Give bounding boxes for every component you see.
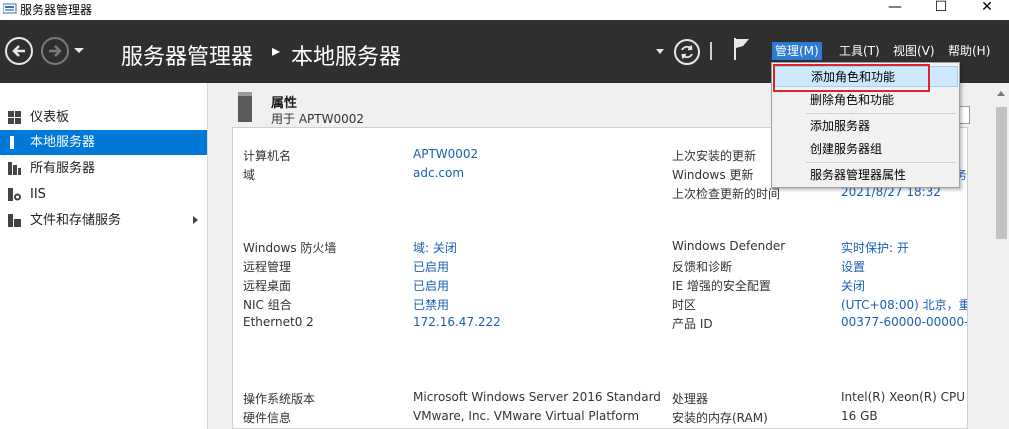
prop-value-remote-management[interactable]: 已启用 (413, 258, 449, 275)
sidebar-item-label: IIS (30, 187, 46, 202)
menu-item-remove-roles-features[interactable]: 删除角色和功能 (773, 90, 958, 111)
dashboard-icon (8, 111, 21, 124)
forward-arrow-icon (49, 45, 62, 57)
menu-item-add-servers[interactable]: 添加服务器 (773, 116, 958, 137)
sidebar-item-file-storage[interactable]: 文件和存储服务 (0, 208, 207, 233)
prop-label-computer-name: 计算机名 (243, 149, 292, 163)
breadcrumb-current: 本地服务器 (291, 45, 402, 70)
prop-label-last-update: 上次安装的更新 (672, 149, 757, 163)
menu-item-label: 删除角色和功能 (810, 93, 895, 107)
scroll-thumb[interactable] (996, 107, 1007, 239)
menu-help[interactable]: 帮助(H) (945, 42, 993, 60)
prop-value-os-version: Microsoft Windows Server 2016 Standard (413, 390, 661, 404)
sidebar-item-dashboard[interactable]: 仪表板 (0, 105, 207, 130)
prop-value-computer-name[interactable]: APTW0002 (413, 147, 478, 161)
prop-value-domain[interactable]: adc.com (413, 166, 464, 180)
prop-value-processor: Intel(R) Xeon(R) CPU E (841, 390, 968, 404)
menu-item-create-server-group[interactable]: 创建服务器组 (773, 139, 958, 160)
file-storage-icon (8, 214, 21, 227)
sidebar-item-label: 所有服务器 (30, 161, 96, 176)
menu-view[interactable]: 视图(V) (890, 42, 938, 60)
breadcrumb-separator-icon: ▸ (272, 41, 281, 60)
prop-label-domain: 域 (243, 168, 256, 182)
forward-button[interactable] (41, 37, 69, 65)
close-button[interactable]: ✕ (964, 0, 1009, 20)
refresh-button[interactable] (674, 39, 700, 65)
prop-label-remote-desktop: 远程桌面 (243, 279, 292, 293)
prop-label-remote-management: 远程管理 (243, 260, 292, 274)
prop-value-ie-esc[interactable]: 关闭 (841, 277, 865, 294)
menu-manage[interactable]: 管理(M) (772, 42, 822, 60)
sidebar-item-all-servers[interactable]: 所有服务器 (0, 156, 207, 181)
sidebar-item-iis[interactable]: IIS (0, 182, 207, 207)
history-dropdown-icon[interactable] (74, 48, 84, 53)
prop-value-ethernet[interactable]: 172.16.47.222 (413, 315, 501, 329)
notifications-flag-icon[interactable] (733, 37, 751, 61)
local-server-icon (10, 136, 14, 149)
sidebar-item-label: 仪表板 (30, 110, 70, 125)
refresh-icon (681, 45, 693, 59)
sidebar-item-label: 本地服务器 (30, 135, 96, 150)
prop-value-hardware: VMware, Inc. VMware Virtual Platform (413, 409, 640, 423)
highlight-annotation-box (773, 64, 930, 92)
properties-subtitle: 用于 APTW0002 (271, 112, 364, 126)
properties-icon (238, 92, 252, 122)
menu-separator (806, 162, 956, 163)
expand-arrow-icon[interactable] (193, 216, 198, 224)
menu-tools[interactable]: 工具(T) (836, 42, 883, 60)
prop-label-last-check: 上次检查更新的时间 (672, 187, 781, 201)
prop-value-firewall[interactable]: 域: 关闭 (413, 239, 457, 256)
back-button[interactable] (5, 37, 33, 65)
prop-label-feedback: 反馈和诊断 (672, 260, 733, 274)
prop-value-feedback[interactable]: 设置 (841, 258, 865, 275)
prop-label-defender: Windows Defender (672, 239, 786, 253)
maximize-button[interactable]: ☐ (918, 0, 964, 20)
window-title: 服务器管理器 (20, 3, 93, 17)
back-arrow-icon (12, 45, 25, 57)
window-titlebar: 服务器管理器 — ☐ ✕ (0, 0, 1009, 20)
menu-item-label: 服务器管理器属性 (810, 168, 907, 182)
menu-item-server-manager-properties[interactable]: 服务器管理器属性 (773, 165, 958, 186)
prop-value-ram: 16 GB (841, 409, 878, 423)
prop-label-nic-teaming: NIC 组合 (243, 298, 292, 312)
breadcrumb-root[interactable]: 服务器管理器 (121, 39, 253, 71)
prop-value-defender[interactable]: 实时保护: 开 (841, 239, 909, 256)
prop-label-timezone: 时区 (672, 298, 697, 312)
menu-item-label: 添加服务器 (810, 119, 871, 133)
prop-label-ethernet: Ethernet0 2 (243, 315, 314, 329)
prop-label-firewall: Windows 防火墙 (243, 241, 337, 255)
prop-label-ie-esc: IE 增强的安全配置 (672, 279, 771, 293)
properties-title: 属性 (271, 96, 298, 111)
server-manager-app-icon (3, 3, 17, 14)
scroll-up-arrow-icon[interactable] (997, 91, 1005, 96)
prop-label-ram: 安装的内存(RAM) (672, 411, 768, 425)
prop-value-remote-desktop[interactable]: 已启用 (413, 277, 449, 294)
all-servers-icon (8, 162, 21, 175)
menu-item-label: 创建服务器组 (810, 142, 883, 156)
prop-label-windows-update: Windows 更新 (672, 168, 754, 182)
prop-value-timezone[interactable]: (UTC+08:00) 北京，重 (841, 296, 967, 313)
prop-label-processor: 处理器 (672, 392, 709, 406)
prop-label-product-id: 产品 ID (672, 317, 713, 331)
sidebar: 仪表板 本地服务器 所有服务器 IIS 文件和存储服务 (0, 83, 208, 429)
prop-value-nic-teaming[interactable]: 已禁用 (413, 296, 449, 313)
iis-icon (8, 188, 21, 201)
sidebar-item-local-server[interactable]: 本地服务器 (0, 130, 207, 155)
header-divider (710, 42, 712, 60)
refresh-dropdown-icon[interactable] (656, 49, 664, 54)
sidebar-item-label: 文件和存储服务 (30, 213, 122, 228)
prop-label-hardware: 硬件信息 (243, 411, 292, 425)
prop-label-os-version: 操作系统版本 (243, 392, 316, 406)
minimize-button[interactable]: — (872, 0, 918, 20)
vertical-scrollbar[interactable] (993, 83, 1009, 429)
prop-value-product-id[interactable]: 00377-60000-00000-A (841, 315, 967, 329)
menu-separator (806, 113, 956, 114)
